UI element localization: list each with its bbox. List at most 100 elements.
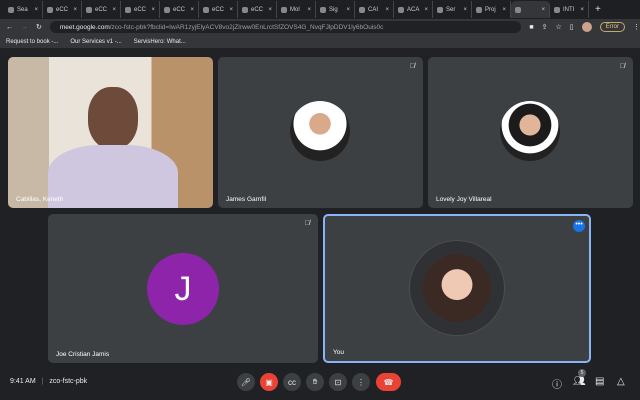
tab-label: Ser bbox=[446, 6, 456, 13]
chat-icon[interactable]: ▤ bbox=[595, 376, 604, 387]
camera-icon[interactable]: ■ bbox=[529, 24, 533, 31]
close-icon[interactable]: × bbox=[190, 7, 194, 13]
participant-video bbox=[48, 87, 178, 208]
browser-tab[interactable]: ACA × bbox=[394, 1, 433, 18]
tab-label: Proj bbox=[485, 6, 496, 13]
browser-tab[interactable]: eCC × bbox=[82, 1, 121, 18]
browser-tab[interactable]: × bbox=[511, 1, 550, 18]
raise-hand-button[interactable]: ✋︎ bbox=[306, 373, 324, 391]
close-icon[interactable]: × bbox=[73, 7, 77, 13]
tab-label: CAI bbox=[368, 6, 379, 13]
participant-name: You bbox=[333, 349, 344, 356]
close-icon[interactable]: × bbox=[151, 7, 155, 13]
present-button[interactable]: ⊡ bbox=[329, 373, 347, 391]
tab-label: Sig bbox=[329, 6, 338, 13]
browser-tab[interactable]: INTI × bbox=[550, 1, 589, 18]
url-path: /zco-fstc-pbk?fbclid=IwAR1zyjElyACV8vo2j… bbox=[109, 23, 384, 31]
sidepanel-icon[interactable]: ▯ bbox=[570, 23, 574, 31]
participant-name: Cabillas, Keneth bbox=[16, 196, 64, 203]
participant-tile-self[interactable]: ••• You bbox=[323, 214, 591, 363]
tab-label: eCC bbox=[173, 6, 186, 13]
globe-icon bbox=[86, 6, 92, 13]
bookmarks-bar: Request to book -... Our Services v1 -..… bbox=[0, 35, 640, 49]
tab-label: Mol bbox=[290, 6, 300, 13]
participant-tile[interactable]: 🎙̸ James Garnfil bbox=[218, 57, 423, 208]
reload-icon[interactable]: ↻ bbox=[36, 23, 42, 31]
more-options-button[interactable]: ••• bbox=[573, 220, 585, 232]
new-tab-icon[interactable]: + bbox=[595, 4, 601, 15]
browser-tab[interactable]: Proj × bbox=[472, 1, 511, 18]
address-bar-row: ← → ↻ meet.google.com/zco-fstc-pbk?fbcli… bbox=[0, 19, 640, 35]
tab-label: eCC bbox=[95, 6, 108, 13]
browser-tab[interactable]: eCC × bbox=[238, 1, 277, 18]
browser-tab[interactable]: Sig × bbox=[316, 1, 355, 18]
captions-button[interactable]: cc bbox=[283, 373, 301, 391]
tab-label: eCC bbox=[212, 6, 225, 13]
participant-avatar bbox=[290, 101, 350, 161]
close-icon[interactable]: × bbox=[34, 7, 38, 13]
browser-tab[interactable]: Mol × bbox=[277, 1, 316, 18]
doc-icon bbox=[398, 6, 404, 13]
tab-label: eCC bbox=[134, 6, 147, 13]
close-icon[interactable]: × bbox=[229, 7, 233, 13]
forward-icon[interactable]: → bbox=[21, 24, 28, 31]
close-icon[interactable]: × bbox=[424, 7, 428, 13]
tab-label: Sea bbox=[17, 6, 28, 13]
participant-tile[interactable]: Cabillas, Keneth bbox=[8, 57, 213, 208]
browser-tab[interactable]: eCC × bbox=[121, 1, 160, 18]
share-icon[interactable]: ⇪ bbox=[542, 23, 548, 31]
participant-count-badge: 5 bbox=[578, 369, 586, 377]
activities-icon[interactable]: △ bbox=[617, 376, 625, 387]
participant-avatar bbox=[500, 101, 560, 161]
browser-tab[interactable]: eCC × bbox=[160, 1, 199, 18]
info-icon[interactable]: ⓘ bbox=[552, 376, 562, 391]
end-call-button[interactable]: ☎︎ bbox=[376, 373, 401, 391]
globe-icon bbox=[164, 6, 170, 13]
url-domain: meet.google.com bbox=[59, 23, 110, 31]
people-icon[interactable]: 👥︎ bbox=[573, 376, 586, 387]
back-icon[interactable]: ← bbox=[6, 24, 13, 31]
bookmark[interactable]: Our Services v1 -... bbox=[70, 39, 121, 45]
browser-tab[interactable]: eCC × bbox=[199, 1, 238, 18]
meeting-code: zco-fstc-pbk bbox=[49, 378, 88, 385]
browser-tab[interactable]: Sea × bbox=[4, 1, 43, 18]
close-icon[interactable]: × bbox=[580, 7, 584, 13]
more-options-icon[interactable]: ⋮ bbox=[352, 373, 370, 391]
sheet-icon bbox=[554, 6, 560, 13]
close-icon[interactable]: × bbox=[307, 7, 311, 13]
browser-tab[interactable]: eCC × bbox=[43, 1, 82, 18]
divider: | bbox=[41, 378, 44, 385]
close-icon[interactable]: × bbox=[502, 7, 506, 13]
clock-time: 9:41 AM bbox=[10, 378, 36, 385]
close-icon[interactable]: × bbox=[112, 7, 116, 13]
meet-icon bbox=[515, 6, 521, 13]
url-input[interactable]: meet.google.com/zco-fstc-pbk?fbclid=IwAR… bbox=[49, 21, 522, 33]
tab-label: eCC bbox=[251, 6, 264, 13]
participant-name: Lovely Joy Villareal bbox=[436, 196, 492, 203]
microphone-button[interactable]: 🎤︎ bbox=[237, 373, 255, 391]
meeting-info: 9:41 AM | zco-fstc-pbk bbox=[10, 378, 87, 385]
participant-avatar bbox=[409, 240, 505, 336]
close-icon[interactable]: × bbox=[541, 7, 545, 13]
error-button[interactable]: Error bbox=[599, 22, 625, 32]
star-icon[interactable]: ☆ bbox=[556, 23, 562, 31]
close-icon[interactable]: × bbox=[346, 7, 350, 13]
profile-avatar[interactable] bbox=[581, 22, 592, 32]
globe-icon bbox=[203, 6, 209, 13]
bookmark[interactable]: ServisHero: What... bbox=[134, 39, 186, 45]
doc-icon bbox=[320, 6, 326, 13]
camera-off-button[interactable]: ▣ bbox=[260, 373, 278, 391]
mic-off-icon: 🎙̸ bbox=[619, 63, 625, 70]
close-icon[interactable]: × bbox=[268, 7, 272, 13]
participant-name: James Garnfil bbox=[226, 196, 267, 203]
browser-tab[interactable]: Ser × bbox=[433, 1, 472, 18]
tab-label: eCC bbox=[56, 6, 69, 13]
browser-tab[interactable]: CAI × bbox=[355, 1, 394, 18]
circle-icon bbox=[437, 6, 443, 13]
menu-icon[interactable]: ⋮ bbox=[633, 23, 640, 31]
close-icon[interactable]: × bbox=[463, 7, 467, 13]
participant-tile[interactable]: 🎙̸ Lovely Joy Villareal bbox=[428, 57, 633, 208]
participant-tile[interactable]: 🎙̸ J Joe Cristian Jamis bbox=[48, 214, 318, 363]
close-icon[interactable]: × bbox=[385, 7, 389, 13]
bookmark[interactable]: Request to book -... bbox=[6, 39, 58, 45]
